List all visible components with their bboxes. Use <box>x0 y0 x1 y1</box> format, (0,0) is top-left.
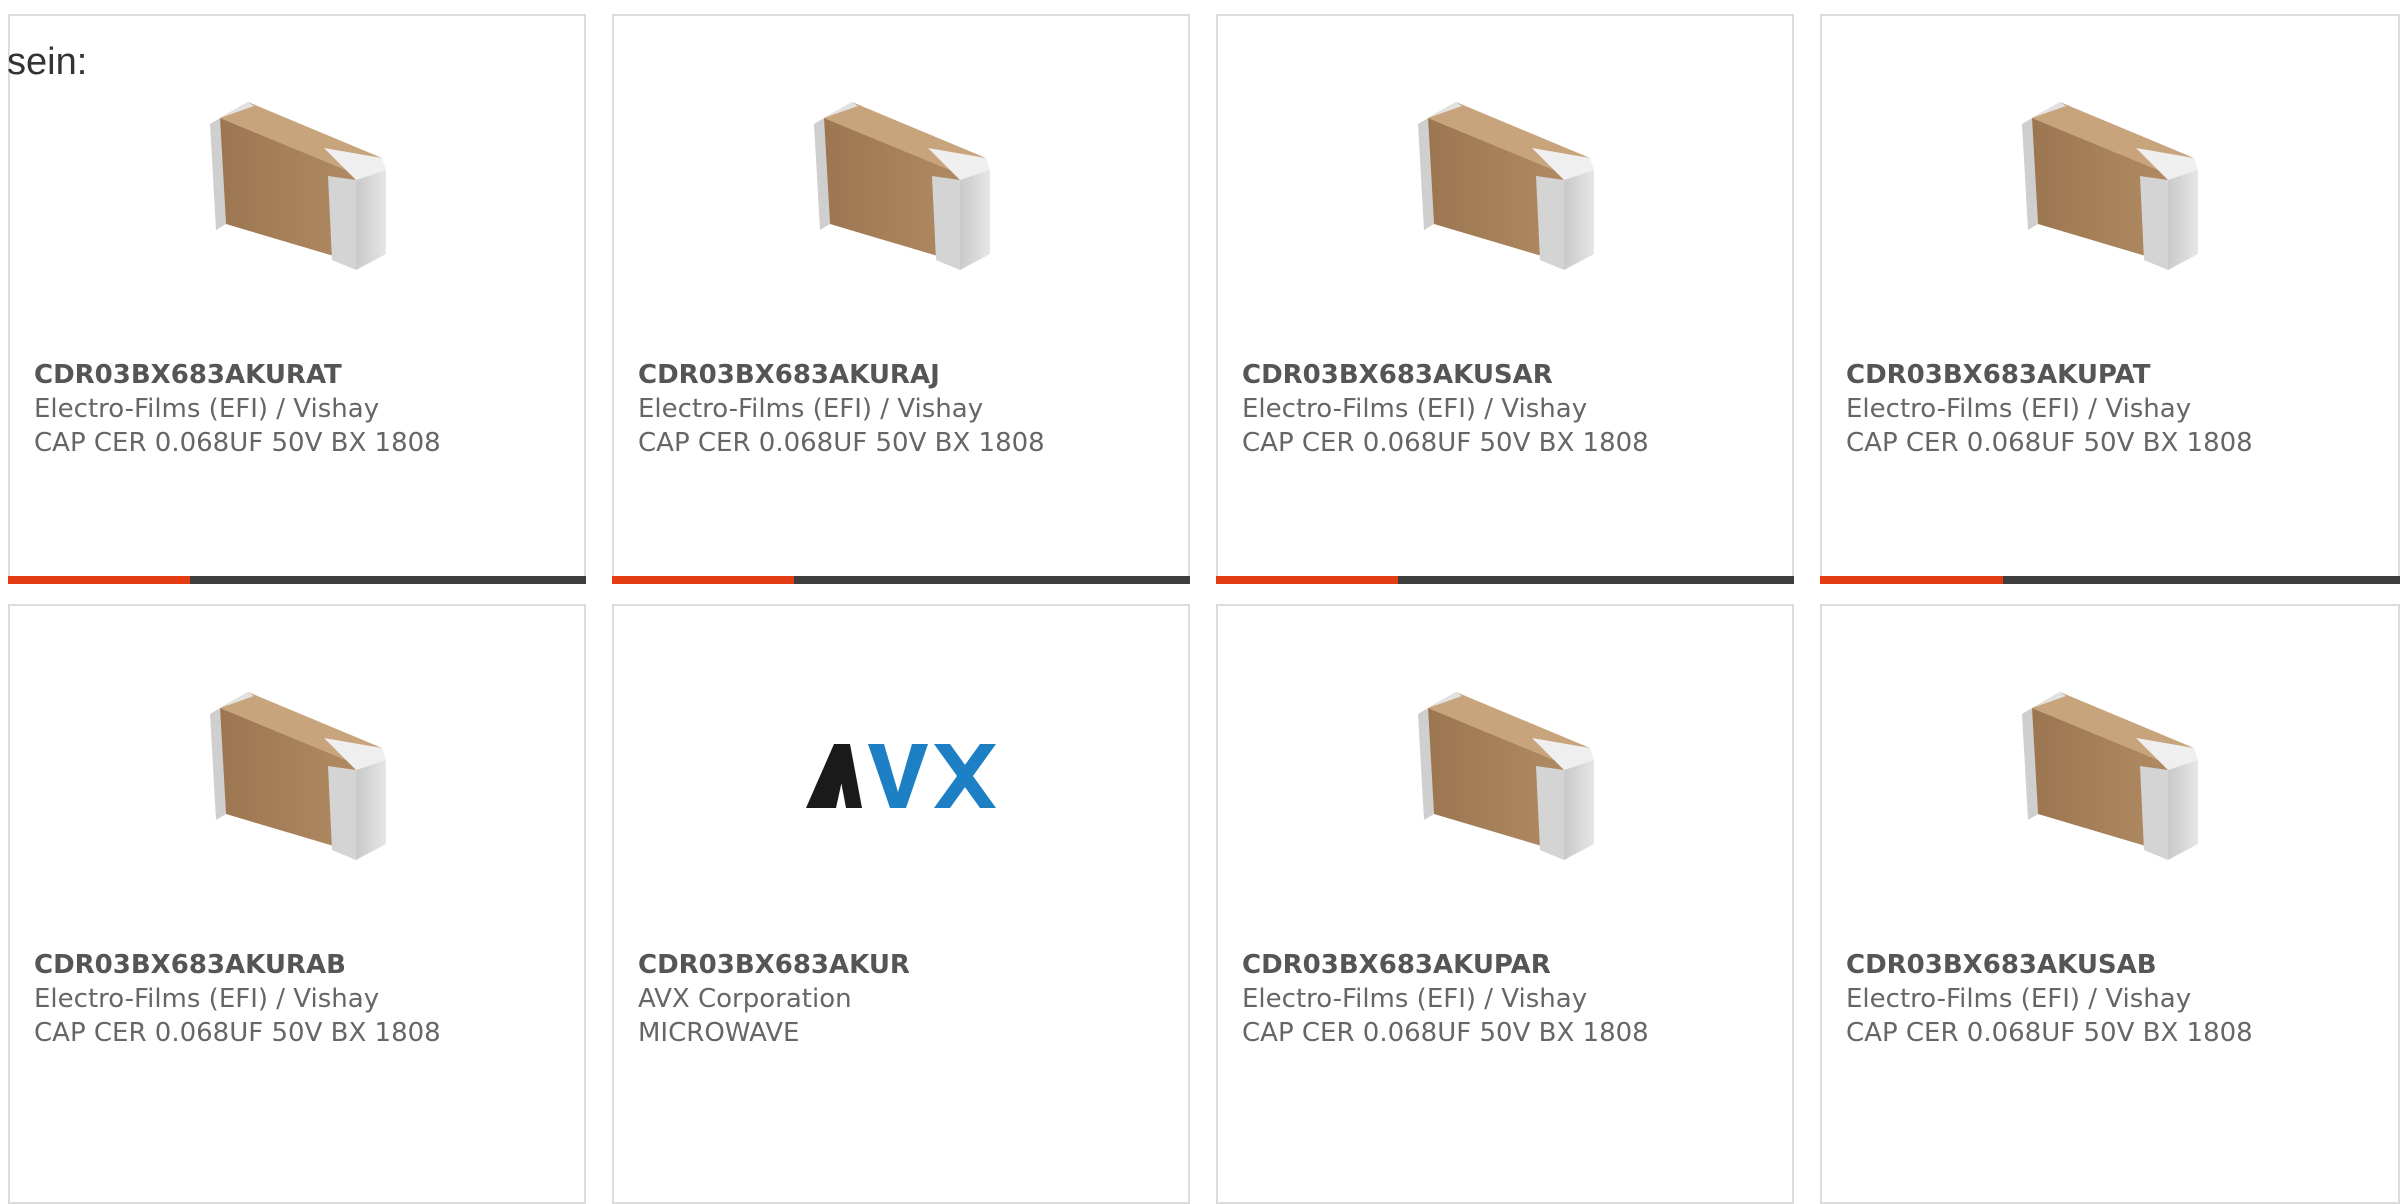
part-number[interactable]: CDR03BX683AKUSAR <box>1242 358 1776 392</box>
progress-bar <box>612 576 1190 584</box>
product-card[interactable]: CDR03BX683AKURAT Electro-Films (EFI) / V… <box>8 14 586 584</box>
description: MICROWAVE <box>638 1018 800 1048</box>
description: CAP CER 0.068UF 50V BX 1808 <box>1846 1018 2253 1048</box>
description: CAP CER 0.068UF 50V BX 1808 <box>1242 428 1649 458</box>
manufacturer: Electro-Films (EFI) / Vishay <box>1846 394 2192 424</box>
description: CAP CER 0.068UF 50V BX 1808 <box>638 428 1045 458</box>
ceramic-capacitor-icon <box>196 84 400 288</box>
lead-text: sein: <box>7 41 88 83</box>
manufacturer: Electro-Films (EFI) / Vishay <box>1242 394 1588 424</box>
manufacturer: Electro-Films (EFI) / Vishay <box>34 984 380 1014</box>
part-number[interactable]: CDR03BX683AKUPAT <box>1846 358 2382 392</box>
product-card[interactable]: CDR03BX683AKURAB Electro-Films (EFI) / V… <box>8 604 586 1204</box>
product-card[interactable]: CDR03BX683AKUR AVX Corporation MICROWAVE <box>612 604 1190 1204</box>
progress-bar <box>1216 576 1794 584</box>
product-card[interactable]: CDR03BX683AKUPAT Electro-Films (EFI) / V… <box>1820 14 2400 584</box>
part-number[interactable]: CDR03BX683AKURAB <box>34 948 568 982</box>
product-grid: CDR03BX683AKURAT Electro-Films (EFI) / V… <box>8 14 2400 1204</box>
description: CAP CER 0.068UF 50V BX 1808 <box>34 428 441 458</box>
part-number[interactable]: CDR03BX683AKURAT <box>34 358 568 392</box>
description: CAP CER 0.068UF 50V BX 1808 <box>1846 428 2253 458</box>
manufacturer: Electro-Films (EFI) / Vishay <box>1846 984 2192 1014</box>
ceramic-capacitor-icon <box>1404 84 1608 288</box>
ceramic-capacitor-icon <box>2008 84 2212 288</box>
part-number[interactable]: CDR03BX683AKURAJ <box>638 358 1172 392</box>
part-number[interactable]: CDR03BX683AKUSAB <box>1846 948 2382 982</box>
product-card[interactable]: CDR03BX683AKURAJ Electro-Films (EFI) / V… <box>612 14 1190 584</box>
progress-fill <box>8 576 191 584</box>
manufacturer: Electro-Films (EFI) / Vishay <box>1242 984 1588 1014</box>
progress-fill <box>612 576 795 584</box>
manufacturer: Electro-Films (EFI) / Vishay <box>638 394 984 424</box>
product-card[interactable]: CDR03BX683AKUPAR Electro-Films (EFI) / V… <box>1216 604 1794 1204</box>
description: CAP CER 0.068UF 50V BX 1808 <box>34 1018 441 1048</box>
ceramic-capacitor-icon <box>2008 674 2212 878</box>
avx-logo <box>800 674 1004 878</box>
ceramic-capacitor-icon <box>196 674 400 878</box>
part-number[interactable]: CDR03BX683AKUPAR <box>1242 948 1776 982</box>
avx-logo-icon <box>806 744 996 808</box>
ceramic-capacitor-icon <box>800 84 1004 288</box>
progress-fill <box>1216 576 1399 584</box>
manufacturer: AVX Corporation <box>638 984 852 1014</box>
manufacturer: Electro-Films (EFI) / Vishay <box>34 394 380 424</box>
description: CAP CER 0.068UF 50V BX 1808 <box>1242 1018 1649 1048</box>
product-card[interactable]: CDR03BX683AKUSAR Electro-Films (EFI) / V… <box>1216 14 1794 584</box>
progress-bar <box>8 576 586 584</box>
progress-fill <box>1820 576 2003 584</box>
progress-bar <box>1820 576 2400 584</box>
part-number[interactable]: CDR03BX683AKUR <box>638 948 1172 982</box>
product-card[interactable]: CDR03BX683AKUSAB Electro-Films (EFI) / V… <box>1820 604 2400 1204</box>
ceramic-capacitor-icon <box>1404 674 1608 878</box>
